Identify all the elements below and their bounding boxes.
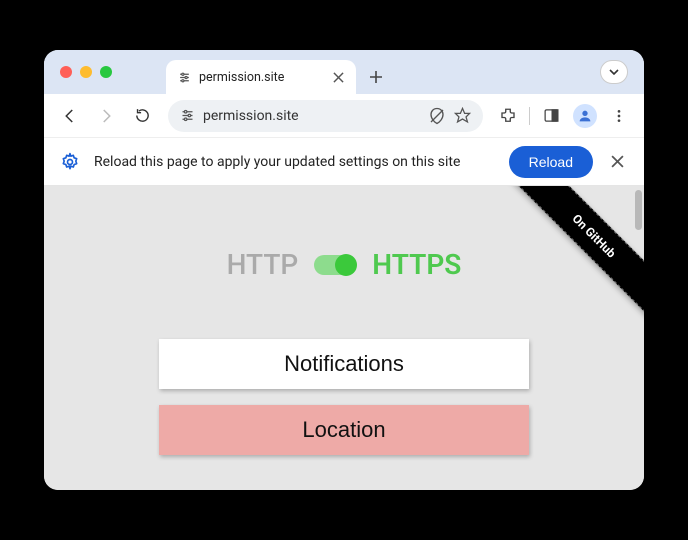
protocol-toggle-row: HTTP HTTPS [44, 248, 644, 281]
notifications-button[interactable]: Notifications [159, 339, 529, 389]
toolbar-divider [529, 107, 530, 125]
window-controls [60, 66, 112, 78]
extensions-icon[interactable] [493, 101, 523, 131]
toolbar: permission.site [44, 94, 644, 138]
forward-button[interactable] [90, 100, 122, 132]
browser-window: permission.site permission.site [44, 50, 644, 490]
minimize-window-button[interactable] [80, 66, 92, 78]
page-content: On GitHub HTTP HTTPS Notifications Locat… [44, 186, 644, 490]
tune-icon [178, 71, 191, 84]
close-window-button[interactable] [60, 66, 72, 78]
permission-buttons: Notifications Location [44, 339, 644, 455]
infobar-close-button[interactable] [607, 155, 628, 168]
side-panel-icon[interactable] [536, 101, 566, 131]
incognito-blocked-icon[interactable] [428, 107, 446, 125]
tab-title: permission.site [199, 70, 325, 85]
new-tab-button[interactable] [362, 63, 390, 91]
menu-icon[interactable] [604, 101, 634, 131]
infobar-message: Reload this page to apply your updated s… [94, 154, 495, 170]
url-text: permission.site [203, 108, 420, 124]
bookmark-icon[interactable] [454, 107, 471, 124]
http-label: HTTP [227, 248, 299, 281]
tab-overflow-button[interactable] [600, 60, 628, 84]
location-button[interactable]: Location [159, 405, 529, 455]
profile-avatar[interactable] [570, 101, 600, 131]
https-label: HTTPS [372, 248, 461, 281]
reload-button[interactable] [126, 100, 158, 132]
close-tab-button[interactable] [333, 72, 344, 83]
gear-icon [60, 152, 80, 172]
address-bar[interactable]: permission.site [168, 100, 483, 132]
scrollbar[interactable] [635, 190, 642, 230]
site-settings-icon[interactable] [180, 108, 195, 123]
toggle-knob [335, 254, 357, 276]
settings-infobar: Reload this page to apply your updated s… [44, 138, 644, 186]
back-button[interactable] [54, 100, 86, 132]
protocol-toggle[interactable] [314, 255, 356, 275]
tab-strip: permission.site [44, 50, 644, 94]
maximize-window-button[interactable] [100, 66, 112, 78]
browser-tab[interactable]: permission.site [166, 60, 356, 94]
infobar-reload-button[interactable]: Reload [509, 146, 593, 178]
